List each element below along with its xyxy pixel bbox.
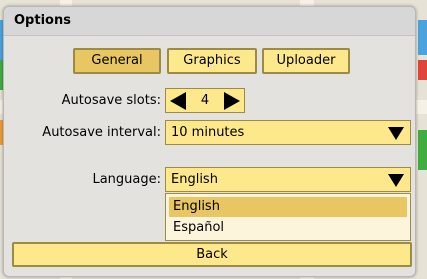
language-dropdown-list: English Español <box>165 193 411 241</box>
language-value: English <box>171 172 218 187</box>
dialog-title: Options <box>4 7 415 36</box>
autosave-slots-label: Autosave slots: <box>61 93 161 108</box>
language-label: Language: <box>92 172 161 187</box>
dropdown-arrow-icon <box>388 174 404 187</box>
options-dialog: Options General Graphics Uploader Autosa… <box>3 6 416 277</box>
dropdown-arrow-icon <box>388 127 404 140</box>
tab-graphics[interactable]: Graphics <box>167 48 257 74</box>
tab-general[interactable]: General <box>73 48 161 74</box>
back-button[interactable]: Back <box>12 242 412 267</box>
autosave-slots-stepper: 4 <box>165 88 245 113</box>
autosave-interval-select[interactable]: 10 minutes <box>165 120 411 145</box>
language-select[interactable]: English <box>165 167 411 192</box>
language-option-espanol[interactable]: Español <box>169 218 407 238</box>
autosave-interval-label: Autosave interval: <box>42 125 161 140</box>
tab-uploader[interactable]: Uploader <box>262 48 350 74</box>
autosave-interval-value: 10 minutes <box>171 125 245 140</box>
increment-arrow-icon[interactable] <box>224 92 240 110</box>
language-option-english[interactable]: English <box>169 197 407 217</box>
